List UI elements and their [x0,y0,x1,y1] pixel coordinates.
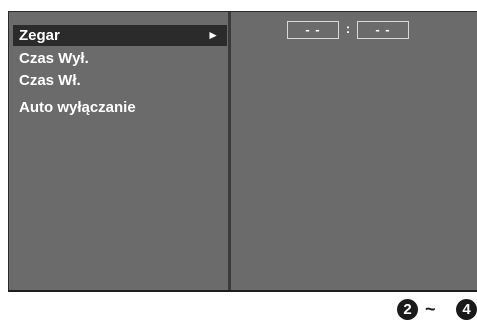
clock-minutes-field[interactable]: - - [357,21,409,39]
value-panel: - - : - - [231,12,477,290]
range-separator: ~ [425,299,436,319]
menu-item-label: Czas Wł. [19,72,81,89]
arrow-right-icon: ► [207,28,219,42]
menu-item-off-time[interactable]: Czas Wył. [13,48,227,69]
menu-item-label: Czas Wył. [19,50,89,67]
menu-item-auto-off[interactable]: Auto wyłączanie [13,97,227,118]
clock-separator: : [345,21,351,36]
step-number-start: 2 [397,299,418,320]
clock-hours-field[interactable]: - - [287,21,339,39]
menu-item-label: Zegar [19,27,60,44]
menu-item-label: Auto wyłączanie [19,99,136,116]
menu-panel: Zegar ► Czas Wył. Czas Wł. Auto wyłączan… [9,12,231,290]
step-number-end: 4 [456,299,477,320]
menu-item-clock[interactable]: Zegar ► [13,25,227,46]
osd-menu: Zegar ► Czas Wył. Czas Wł. Auto wyłączan… [8,11,477,292]
menu-item-on-time[interactable]: Czas Wł. [13,70,227,91]
